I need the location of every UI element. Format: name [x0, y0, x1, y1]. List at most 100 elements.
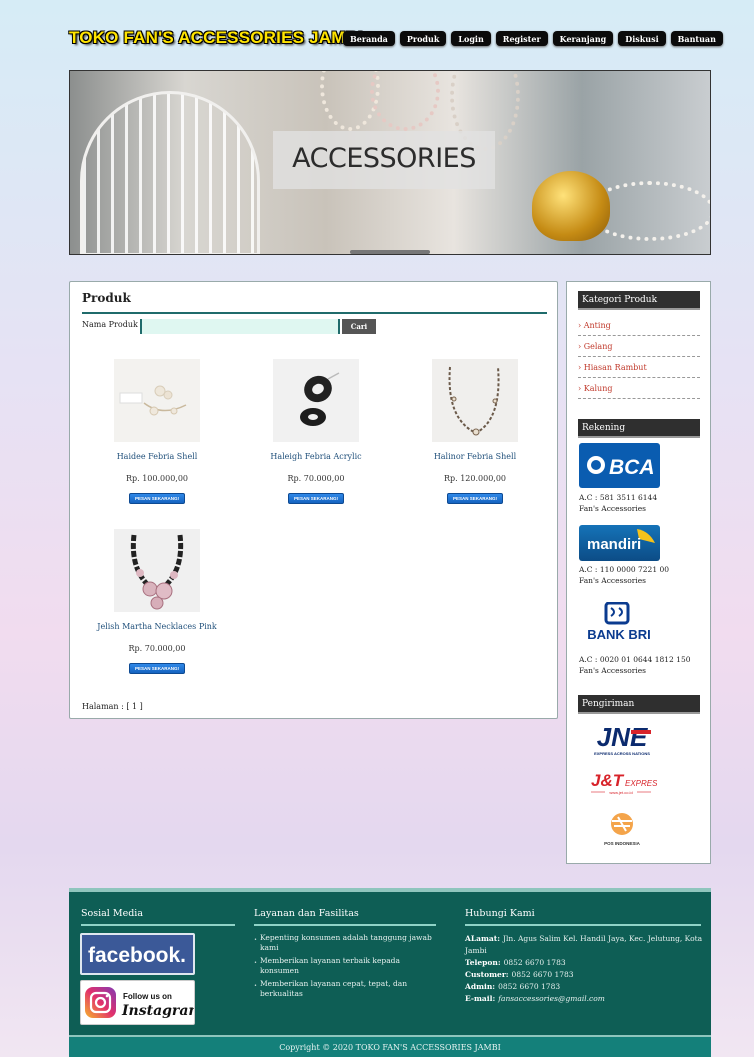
- product-name[interactable]: Haidee Febria Shell: [82, 452, 232, 461]
- mandiri-account: A.C : 110 0000 7221 00 Fan's Accessories: [579, 564, 669, 586]
- contact-label: Admin:: [465, 982, 496, 991]
- product-price: Rp. 100.000,00: [125, 474, 189, 483]
- header: TOKO FAN'S ACCESSORIES JAMBI Beranda Pro…: [69, 28, 723, 50]
- instagram-button[interactable]: Follow us on Instagram: [80, 980, 203, 1025]
- sidebar: Kategori Produk › Anting › Gelang › Hias…: [566, 281, 711, 864]
- bca-logo: BCA: [579, 443, 660, 488]
- jne-tagline: EXPRESS ACROSS NATIONS: [594, 751, 650, 756]
- bri-logo: BANK BRI: [579, 601, 660, 644]
- social-heading: Sosial Media: [81, 908, 143, 919]
- slider-indicator[interactable]: [350, 250, 430, 254]
- category-kalung[interactable]: › Kalung: [578, 379, 700, 399]
- footer: Sosial Media facebook. Follow us on Inst…: [69, 888, 711, 1057]
- contact-heading: Hubungi Kami: [465, 908, 535, 919]
- contact-value: 0852 6670 1783: [498, 982, 561, 991]
- contact-info: ALamat: Jln. Agus Salim Kel. Handil Jaya,…: [465, 933, 705, 1005]
- services-heading: Layanan dan Fasilitas: [254, 908, 359, 919]
- search-button[interactable]: Cari: [342, 319, 376, 334]
- nav-diskusi[interactable]: Diskusi: [618, 31, 666, 46]
- instagram-label-2: Instagram: [121, 1003, 194, 1019]
- contact-value: Jln. Agus Salim Kel. Handil Jaya, Kec. J…: [465, 934, 703, 955]
- contact-label: E-mail:: [465, 994, 496, 1003]
- nav-register[interactable]: Register: [495, 31, 548, 46]
- nav-produk[interactable]: Produk: [399, 31, 447, 46]
- mandiri-logo: mandiri: [579, 525, 660, 561]
- product-card: Halinor Febria Shell Rp. 120.000,00 PESA…: [400, 359, 550, 504]
- contact-label: Customer:: [465, 970, 509, 979]
- contact-label: Telepon:: [465, 958, 501, 967]
- product-name[interactable]: Jelish Martha Necklaces Pink: [82, 622, 232, 631]
- product-name[interactable]: Haleigh Febria Acrylic: [241, 452, 391, 461]
- contact-email: E-mail: fansaccessories@gmail.com: [465, 993, 705, 1005]
- contact-admin: Admin: 0852 6670 1783: [465, 981, 705, 993]
- product-card: Haidee Febria Shell Rp. 100.000,00 PESAN…: [82, 359, 232, 504]
- mandiri-logo-text: mandiri: [587, 536, 641, 553]
- search-input[interactable]: [140, 319, 340, 334]
- title-divider: [82, 312, 547, 314]
- bca-logo-text: BCA: [609, 456, 655, 479]
- jnt-logo: J&T EXPRESS www.jet.co.id: [587, 768, 663, 798]
- product-price: Rp. 70.000,00: [287, 474, 345, 483]
- instagram-label-1: Follow us on: [123, 992, 172, 1001]
- bri-account: A.C : 0020 01 0644 1812 150 Fan's Access…: [579, 654, 691, 676]
- order-now-button[interactable]: PESAN SEKARANG!: [128, 663, 185, 674]
- services-list: Kepenting konsumen adalah tanggung jawab…: [254, 933, 439, 1002]
- bank-account-holder: Fan's Accessories: [579, 576, 647, 585]
- service-item: Memberikan layanan cepat, tepat, dan ber…: [254, 979, 439, 999]
- bca-account: A.C : 581 3511 6144 Fan's Accessories: [579, 492, 657, 514]
- facebook-button[interactable]: facebook.: [80, 933, 195, 975]
- pengiriman-heading: Pengiriman: [578, 695, 700, 714]
- nav-keranjang[interactable]: Keranjang: [552, 31, 614, 46]
- contact-label: ALamat:: [465, 934, 500, 943]
- jne-logo-text: JNE: [597, 722, 648, 752]
- category-hiasan-rambut[interactable]: › Hiasan Rambut: [578, 358, 700, 378]
- product-image[interactable]: [114, 529, 200, 612]
- site-title[interactable]: TOKO FAN'S ACCESSORIES JAMBI: [69, 28, 363, 48]
- pos-indonesia-logo: POS INDONESIA: [592, 809, 652, 849]
- footer-divider: [254, 924, 436, 926]
- contact-value[interactable]: fansaccessories@gmail.com: [498, 994, 605, 1003]
- bank-account-number: A.C : 110 0000 7221 00: [579, 565, 670, 574]
- footer-divider: [81, 924, 235, 926]
- product-image[interactable]: [273, 359, 359, 442]
- page-title: Produk: [82, 291, 131, 305]
- category-anting[interactable]: › Anting: [578, 316, 700, 336]
- jnt-tagline: EXPRESS: [625, 779, 657, 788]
- product-image[interactable]: [432, 359, 518, 442]
- jnt-logo-text: J&T: [591, 771, 625, 790]
- rekening-heading: Rekening: [578, 419, 700, 438]
- pos-logo-text: POS INDONESIA: [604, 841, 641, 846]
- search-label: Nama Produk :: [82, 320, 144, 329]
- hero-banner: ACCESSORIES: [69, 70, 711, 255]
- contact-phone: Telepon: 0852 6670 1783: [465, 957, 705, 969]
- bank-account-holder: Fan's Accessories: [579, 504, 647, 513]
- order-now-button[interactable]: PESAN SEKARANG!: [128, 493, 185, 504]
- product-image[interactable]: [114, 359, 200, 442]
- contact-customer: Customer: 0852 6670 1783: [465, 969, 705, 981]
- pagination[interactable]: Halaman : [ 1 ]: [82, 702, 143, 711]
- jne-logo: JNE EXPRESS ACROSS NATIONS: [587, 720, 657, 758]
- service-item: Memberikan layanan terbaik kepada konsum…: [254, 956, 439, 976]
- contact-value: 0852 6670 1783: [503, 958, 566, 967]
- banner-label: ACCESSORIES: [292, 143, 476, 174]
- product-price: Rp. 120.000,00: [443, 474, 507, 483]
- nav-beranda[interactable]: Beranda: [343, 31, 395, 46]
- footer-divider: [465, 924, 701, 926]
- footer-top-strip: [69, 888, 711, 892]
- main-nav: Beranda Produk Login Register Keranjang …: [343, 31, 723, 46]
- nav-bantuan[interactable]: Bantuan: [670, 31, 723, 46]
- order-now-button[interactable]: PESAN SEKARANG!: [287, 493, 344, 504]
- service-item: Kepenting konsumen adalah tanggung jawab…: [254, 933, 439, 953]
- product-panel: Produk Nama Produk : Cari Haidee Febria …: [69, 281, 558, 719]
- category-gelang[interactable]: › Gelang: [578, 337, 700, 357]
- copyright: Copyright © 2020 TOKO FAN'S ACCESSORIES …: [69, 1035, 711, 1057]
- jnt-website: www.jet.co.id: [609, 790, 632, 795]
- bri-logo-text: BANK BRI: [587, 627, 651, 642]
- product-price: Rp. 70.000,00: [128, 644, 186, 653]
- product-card: Jelish Martha Necklaces Pink Rp. 70.000,…: [82, 529, 232, 674]
- bank-account-holder: Fan's Accessories: [579, 666, 647, 675]
- bank-account-number: A.C : 0020 01 0644 1812 150: [579, 655, 691, 664]
- order-now-button[interactable]: PESAN SEKARANG!: [446, 493, 503, 504]
- nav-login[interactable]: Login: [451, 31, 491, 46]
- product-name[interactable]: Halinor Febria Shell: [400, 452, 550, 461]
